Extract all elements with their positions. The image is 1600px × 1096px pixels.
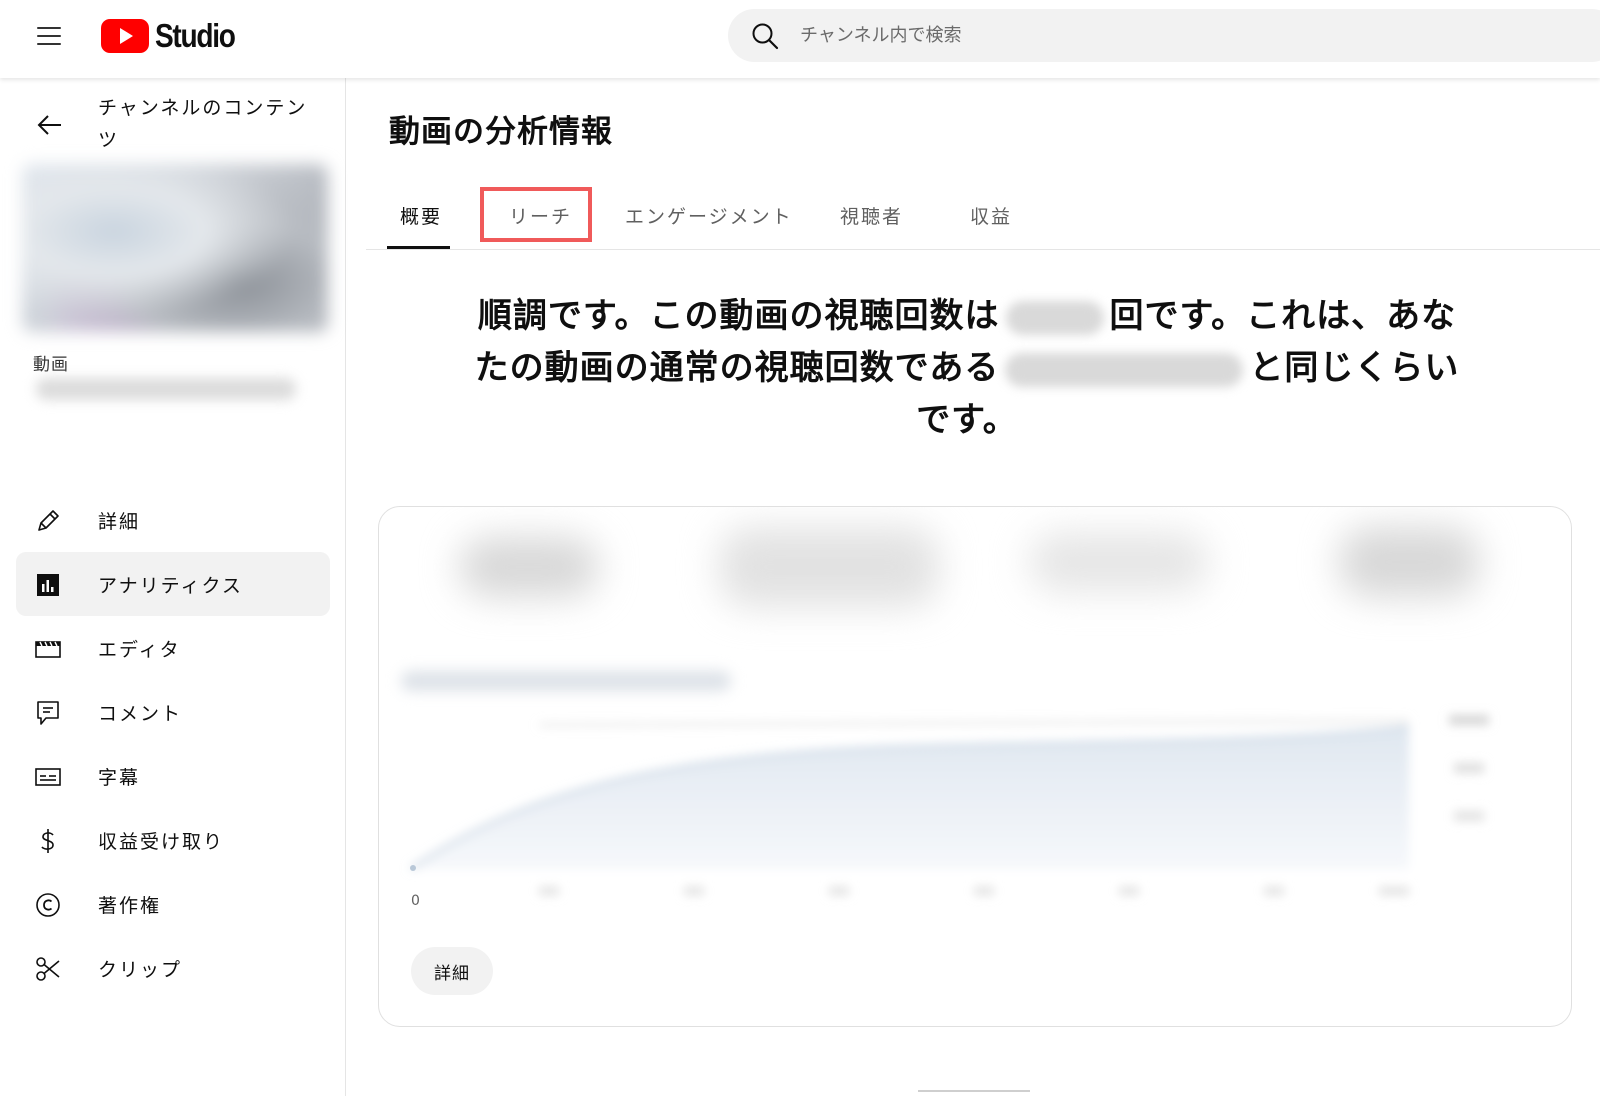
search-input[interactable] xyxy=(800,25,1500,46)
sidebar-item-analytics[interactable]: アナリティクス xyxy=(16,552,330,616)
performance-summary: 順調です。この動画の視聴回数は 回です。これは、あなたの動画の通常の視聴回数である… xyxy=(462,290,1472,446)
redacted-view-count xyxy=(1005,300,1104,335)
copyright-icon xyxy=(36,893,60,917)
sidebar-item-comments[interactable]: コメント xyxy=(16,680,330,744)
sidebar-item-label: 著作権 xyxy=(98,894,162,917)
redacted-typical-views xyxy=(1005,352,1244,387)
clapperboard-icon xyxy=(35,641,61,658)
chart-legend-redacted xyxy=(401,671,731,691)
sidebar-item-label: コメント xyxy=(98,702,183,725)
sidebar-item-label: エディタ xyxy=(98,638,181,661)
sidebar-item-editor[interactable]: エディタ xyxy=(16,616,330,680)
page-title: 動画の分析情報 xyxy=(389,114,613,150)
sidebar-item-label: アナリティクス xyxy=(98,574,243,597)
video-thumbnail[interactable] xyxy=(22,164,328,332)
sidebar-item-copyright[interactable]: 著作権 xyxy=(16,872,330,936)
scissors-icon xyxy=(36,957,60,981)
summary-text-1: 順調です。この動画の視聴回数は xyxy=(477,296,1000,336)
tab-overview[interactable]: 概要 xyxy=(400,202,442,229)
sidebar-item-clips[interactable]: クリップ xyxy=(16,936,330,1000)
sidebar-item-label: クリップ xyxy=(98,958,183,981)
sidebar-item-details[interactable]: 詳細 xyxy=(16,488,330,552)
scroll-divider xyxy=(918,1090,1030,1092)
logo-text: Studio xyxy=(155,17,236,54)
search-bar xyxy=(728,9,1600,62)
video-title-redacted xyxy=(36,378,296,400)
reach-tab-highlight-box xyxy=(480,187,592,242)
video-heading: 動画 xyxy=(33,355,69,375)
subtitles-icon xyxy=(35,768,61,786)
studio-logo[interactable]: Studio xyxy=(101,16,249,56)
pencil-icon xyxy=(38,510,59,531)
sidebar-item-label: 字幕 xyxy=(98,766,141,789)
chart-axis-zero-label: 0 xyxy=(411,893,420,909)
sidebar-nav: 詳細 アナリティクス エディタ コメント 字幕 収益受け取り 著作権 クリップ xyxy=(16,488,330,1000)
tab-revenue[interactable]: 収益 xyxy=(970,202,1012,229)
tab-engagement[interactable]: エンゲージメント xyxy=(625,202,793,229)
sidebar-item-monetization[interactable]: 収益受け取り xyxy=(16,808,330,872)
details-button[interactable]: 詳細 xyxy=(411,947,493,995)
youtube-play-icon xyxy=(101,19,149,53)
tab-audience[interactable]: 視聴者 xyxy=(840,202,903,229)
menu-icon[interactable] xyxy=(34,24,64,48)
search-icon[interactable] xyxy=(750,21,780,51)
sidebar: チャンネルのコンテンツ 動画 詳細 アナリティクス エディタ コメント 字幕 収… xyxy=(0,78,346,1096)
active-tab-indicator xyxy=(387,246,450,249)
views-chart xyxy=(409,715,1489,895)
comment-icon xyxy=(37,701,59,725)
top-bar: Studio xyxy=(0,0,1600,78)
sidebar-item-label: 詳細 xyxy=(98,510,141,533)
dollar-icon xyxy=(41,829,54,853)
metrics-redacted xyxy=(379,507,1571,657)
analytics-icon xyxy=(37,574,59,596)
back-label[interactable]: チャンネルのコンテンツ xyxy=(98,92,318,156)
analytics-tabs: 概要 リーチ エンゲージメント 視聴者 収益 xyxy=(366,184,1600,250)
sidebar-item-label: 収益受け取り xyxy=(98,830,225,853)
back-arrow-icon[interactable] xyxy=(34,110,64,140)
back-to-content[interactable]: チャンネルのコンテンツ xyxy=(0,88,346,160)
performance-card: 0 詳細 xyxy=(378,506,1572,1027)
sidebar-item-subtitles[interactable]: 字幕 xyxy=(16,744,330,808)
